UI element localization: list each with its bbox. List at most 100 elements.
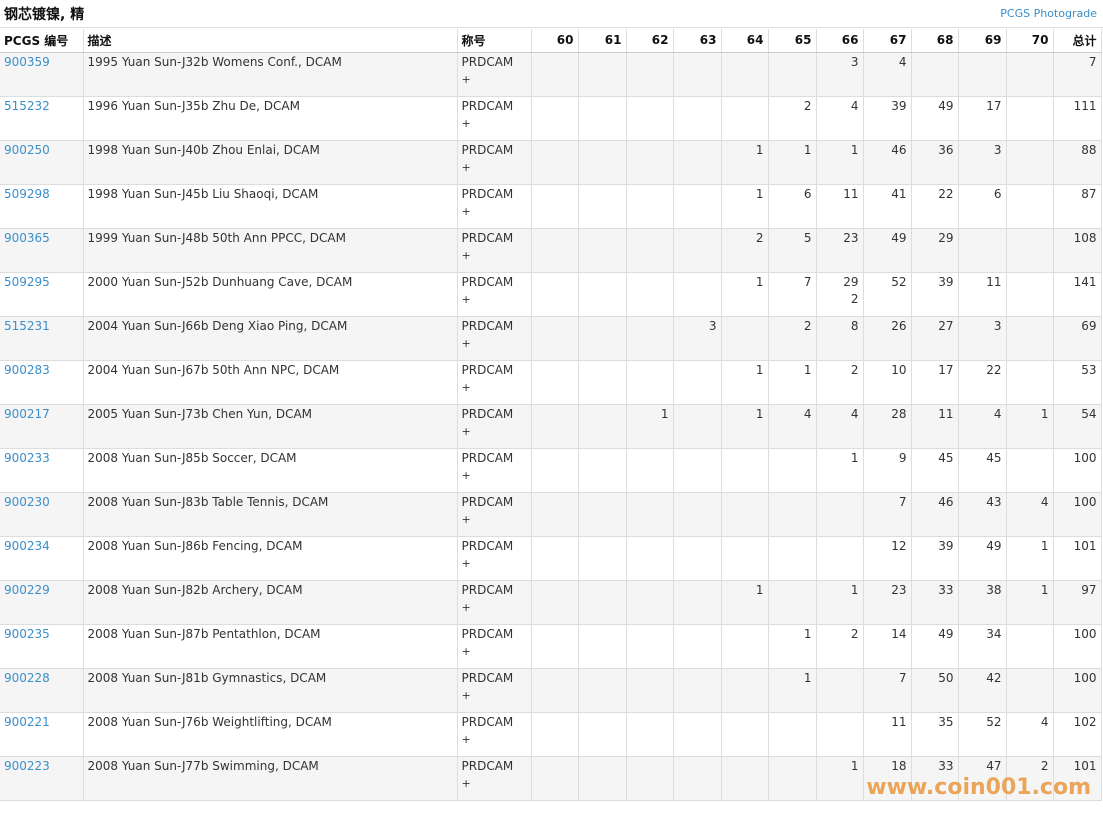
grade-65-cell: 5 <box>768 228 817 273</box>
grade-count: 6 <box>803 186 812 201</box>
pcgs-photograde-link[interactable]: PCGS Photograde <box>1000 7 1097 20</box>
total-cell: 108 <box>1053 228 1102 273</box>
grade-63-cell <box>673 624 722 669</box>
grade-count: 33 <box>938 758 954 773</box>
pcgs-number-link[interactable]: 515232 <box>4 99 50 113</box>
col-grade-68-header: 68 <box>911 29 959 53</box>
description-cell: 2000 Yuan Sun-J52b Dunhuang Cave, DCAM <box>83 272 458 317</box>
total-cell: 101 <box>1053 536 1102 581</box>
grade-70-cell <box>1006 360 1054 405</box>
designation-cell: PRDCAM + <box>457 316 532 361</box>
grade-70-cell: 4 <box>1006 712 1054 757</box>
grade-66-cell: 11 <box>816 184 864 229</box>
table-row: 900359 1995 Yuan Sun-J32b Womens Conf., D… <box>0 52 1102 97</box>
pcgs-number-link[interactable]: 900221 <box>4 715 50 729</box>
grade-64-cell <box>721 52 769 97</box>
grade-67-cell: 18 <box>863 756 912 801</box>
grade-60-cell <box>531 624 579 669</box>
pcgs-number-link[interactable]: 900233 <box>4 451 50 465</box>
total-cell: 97 <box>1053 580 1102 625</box>
grade-64-cell <box>721 536 769 581</box>
pcgs-number-link[interactable]: 900365 <box>4 231 50 245</box>
pcgs-number-link[interactable]: 900230 <box>4 495 50 509</box>
grade-67-cell: 46 <box>863 140 912 185</box>
grade-count: 43 <box>986 494 1002 509</box>
designation-label: PRDCAM <box>461 670 514 685</box>
table-row: 900223 2008 Yuan Sun-J77b Swimming, DCAM P… <box>0 756 1102 801</box>
pcgs-number-cell: 900221 <box>0 712 84 757</box>
pcgs-number-link[interactable]: 900250 <box>4 143 50 157</box>
designation-cell: PRDCAM + <box>457 52 532 97</box>
grade-70-cell: 4 <box>1006 492 1054 537</box>
col-grade-67-header: 67 <box>863 29 912 53</box>
page-header: 钢芯镀镍, 精 PCGS Photograde <box>0 0 1103 28</box>
designation-label: PRDCAM <box>461 538 514 553</box>
description-cell: 1998 Yuan Sun-J45b Liu Shaoqi, DCAM <box>83 184 458 229</box>
pcgs-number-link[interactable]: 900217 <box>4 407 50 421</box>
pcgs-number-link[interactable]: 515231 <box>4 319 50 333</box>
grade-65-cell <box>768 492 817 537</box>
grade-62-cell <box>626 140 674 185</box>
grade-66-cell: 4 <box>816 404 864 449</box>
grade-65-cell: 7 <box>768 272 817 317</box>
grade-70-cell <box>1006 184 1054 229</box>
col-grade-64-header: 64 <box>721 29 769 53</box>
table-row: 515232 1996 Yuan Sun-J35b Zhu De, DCAM PRD… <box>0 96 1102 141</box>
pcgs-number-link[interactable]: 509298 <box>4 187 50 201</box>
grade-count: 7 <box>803 274 812 289</box>
grade-66-cell: 23 <box>816 228 864 273</box>
pcgs-number-link[interactable]: 900235 <box>4 627 50 641</box>
table-row: 900234 2008 Yuan Sun-J86b Fencing, DCAM PR… <box>0 536 1102 581</box>
grade-count: 45 <box>938 450 954 465</box>
grade-count: 1 <box>755 362 764 377</box>
grade-62-cell <box>626 624 674 669</box>
pcgs-number-link[interactable]: 900228 <box>4 671 50 685</box>
total-cell: 102 <box>1053 712 1102 757</box>
table-row: 900221 2008 Yuan Sun-J76b Weightlifting, … <box>0 712 1102 757</box>
grade-count: 11 <box>986 274 1002 289</box>
grade-63-cell <box>673 536 722 581</box>
grade-61-cell <box>578 668 627 713</box>
population-table: PCGS 编号 描述 称号 60 61 62 63 64 65 66 67 68 69 70 总计 9003… <box>0 29 1102 801</box>
total-cell: 100 <box>1053 624 1102 669</box>
pcgs-number-link[interactable]: 900283 <box>4 363 50 377</box>
pcgs-number-link[interactable]: 900223 <box>4 759 50 773</box>
plus-designation-label: + <box>461 72 471 86</box>
grade-60-cell <box>531 492 579 537</box>
grade-69-cell: 11 <box>958 272 1007 317</box>
table-row: 900250 1998 Yuan Sun-J40b Zhou Enlai, DCA… <box>0 140 1102 185</box>
total-cell: 111 <box>1053 96 1102 141</box>
grade-64-cell <box>721 316 769 361</box>
designation-label: PRDCAM <box>461 362 514 377</box>
designation-label: PRDCAM <box>461 186 514 201</box>
grade-63-cell <box>673 580 722 625</box>
grade-count: 11 <box>891 714 907 729</box>
col-grade-65-header: 65 <box>768 29 817 53</box>
grade-66-cell: 3 <box>816 52 864 97</box>
designation-cell: PRDCAM + <box>457 624 532 669</box>
designation-label: PRDCAM <box>461 714 514 729</box>
plus-designation-label: + <box>461 204 471 218</box>
grade-plus-count: 2 <box>850 291 859 306</box>
designation-label: PRDCAM <box>461 98 514 113</box>
grade-65-cell: 4 <box>768 404 817 449</box>
grade-68-cell: 50 <box>911 668 959 713</box>
grade-count: 4 <box>1040 494 1049 509</box>
grade-61-cell <box>578 492 627 537</box>
pcgs-number-link[interactable]: 900234 <box>4 539 50 553</box>
grade-66-cell <box>816 712 864 757</box>
table-row: 509295 2000 Yuan Sun-J52b Dunhuang Cave, … <box>0 272 1102 317</box>
pcgs-number-link[interactable]: 900359 <box>4 55 50 69</box>
table-row: 515231 2004 Yuan Sun-J66b Deng Xiao Ping,… <box>0 316 1102 361</box>
grade-count: 1 <box>803 142 812 157</box>
pcgs-number-link[interactable]: 900229 <box>4 583 50 597</box>
grade-67-cell: 14 <box>863 624 912 669</box>
pcgs-number-cell: 900217 <box>0 404 84 449</box>
grade-69-cell: 52 <box>958 712 1007 757</box>
pcgs-number-link[interactable]: 509295 <box>4 275 50 289</box>
pcgs-number-cell: 900234 <box>0 536 84 581</box>
grade-70-cell <box>1006 624 1054 669</box>
grade-count: 9 <box>898 450 907 465</box>
grade-count: 22 <box>938 186 954 201</box>
grade-count: 28 <box>891 406 907 421</box>
